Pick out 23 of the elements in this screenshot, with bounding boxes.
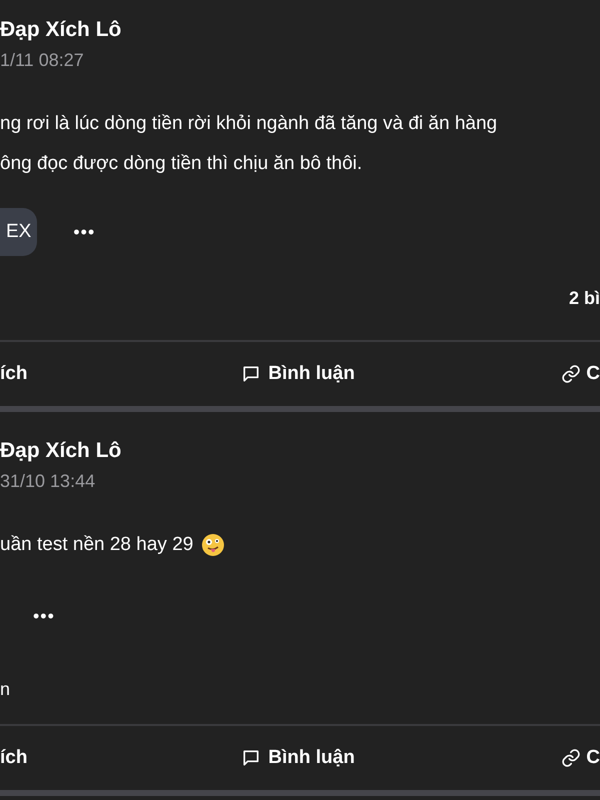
- post-text: ng rơi là lúc dòng tiền rời khỏi ngành đã tăng và đi ăn hàng: [0, 112, 498, 136]
- comment-button[interactable]: Bình luận: [241, 360, 562, 388]
- post-time: 31/10 13:44: [0, 470, 96, 493]
- comment-button[interactable]: Bình luận: [241, 744, 562, 772]
- post-time: 1/11 08:27: [0, 49, 84, 72]
- comment-icon: [241, 364, 262, 384]
- like-button[interactable]: ích: [0, 744, 242, 772]
- share-button[interactable]: C: [561, 744, 600, 772]
- author-name[interactable]: Đạp Xích Lô: [0, 439, 122, 463]
- share-button[interactable]: C: [561, 360, 600, 388]
- comment-count[interactable]: 2 bì: [568, 284, 600, 312]
- post-text: ông đọc được dòng tiền thì chịu ăn bô thôi.: [0, 152, 362, 176]
- post-text: uần test nền 28 hay 29: [0, 532, 194, 557]
- zany-face-icon: [201, 533, 226, 557]
- link-icon: [561, 364, 582, 384]
- reaction-count[interactable]: n: [0, 676, 10, 702]
- comment-icon: [241, 748, 262, 768]
- more-button[interactable]: •••: [73, 218, 96, 246]
- like-button[interactable]: ích: [0, 360, 242, 388]
- tag-chip[interactable]: EX: [0, 208, 38, 256]
- more-button[interactable]: •••: [33, 602, 55, 630]
- link-icon: [561, 748, 582, 768]
- author-name[interactable]: Đạp Xích Lô: [0, 18, 122, 42]
